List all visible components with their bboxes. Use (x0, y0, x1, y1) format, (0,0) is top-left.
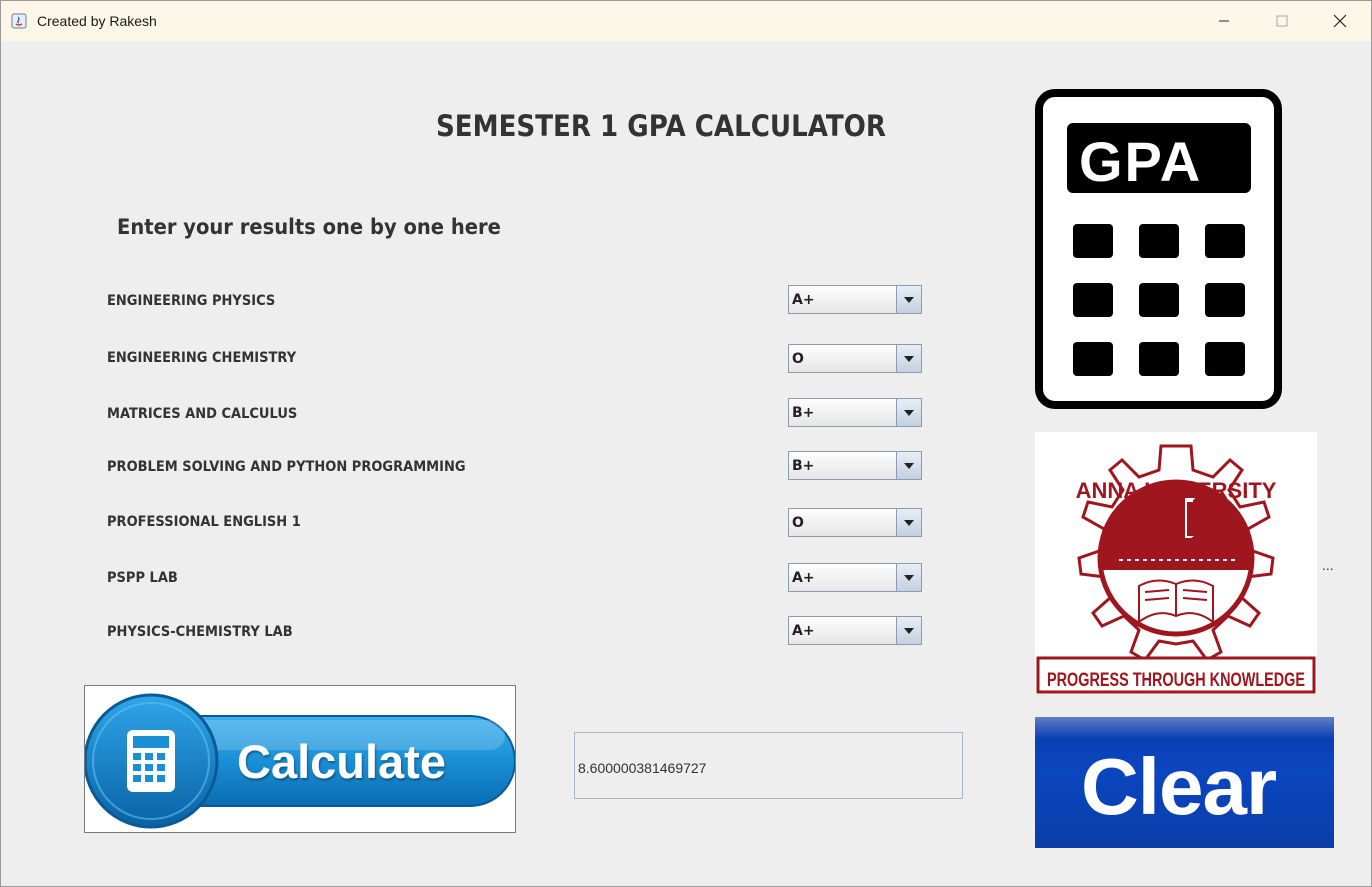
grade-value: O (792, 351, 804, 367)
subject-label-pspp-lab: PSPP LAB (107, 570, 178, 586)
dropdown-arrow-button[interactable] (896, 286, 921, 313)
chevron-down-icon (904, 296, 914, 303)
minimize-button[interactable] (1195, 1, 1253, 41)
chevron-down-icon (904, 355, 914, 362)
anna-university-logo: ANNA UNIVERSITY PROGRESS THROUGH KNOWLED… (1035, 432, 1317, 694)
grade-select-maths[interactable]: B+ (788, 398, 922, 427)
dropdown-arrow-button[interactable] (896, 509, 921, 536)
grade-value: O (792, 515, 804, 531)
dropdown-arrow-button[interactable] (896, 617, 921, 644)
dropdown-arrow-button[interactable] (896, 452, 921, 479)
gpa-result-value: 8.600000381469727 (578, 760, 707, 776)
minimize-icon (1219, 20, 1229, 22)
calculate-button[interactable]: Calculate (84, 685, 516, 833)
subject-label-maths: MATRICES AND CALCULUS (107, 406, 298, 422)
grade-value: A+ (792, 292, 815, 308)
gpa-result-field[interactable]: 8.600000381469727 (574, 732, 963, 799)
close-button[interactable] (1311, 1, 1369, 41)
clear-button[interactable]: Clear (1035, 717, 1334, 848)
subject-label-python: PROBLEM SOLVING AND PYTHON PROGRAMMING (107, 459, 466, 475)
grade-value: B+ (792, 405, 815, 421)
dropdown-arrow-button[interactable] (896, 564, 921, 591)
java-app-icon (11, 13, 27, 29)
chevron-down-icon (904, 462, 914, 469)
app-window: Created by Rakesh SEMESTER 1 GPA CALCULA… (0, 0, 1372, 887)
grade-select-phy-chem-lab[interactable]: A+ (788, 616, 922, 645)
overflow-ellipsis: ... (1322, 557, 1334, 573)
grade-value: A+ (792, 570, 815, 586)
clear-label: Clear (1081, 742, 1277, 831)
maximize-button[interactable] (1253, 1, 1311, 41)
chevron-down-icon (904, 409, 914, 416)
grade-select-english[interactable]: O (788, 508, 922, 537)
university-emblem: ANNA UNIVERSITY PROGRESS THROUGH KNOWLED… (1036, 444, 1316, 694)
grade-select-pspp-lab[interactable]: A+ (788, 563, 922, 592)
button-highlight (1035, 717, 1334, 739)
page-title: SEMESTER 1 GPA CALCULATOR (436, 109, 886, 143)
subject-label-physics: ENGINEERING PHYSICS (107, 293, 276, 309)
subject-label-chemistry: ENGINEERING CHEMISTRY (107, 350, 297, 366)
grade-select-python[interactable]: B+ (788, 451, 922, 480)
subject-label-phy-chem-lab: PHYSICS-CHEMISTRY LAB (107, 624, 293, 640)
gpa-image-text: GPA (1079, 130, 1203, 193)
chevron-down-icon (904, 574, 914, 581)
grade-select-chemistry[interactable]: O (788, 344, 922, 373)
window-title: Created by Rakesh (37, 13, 157, 29)
chevron-down-icon (904, 519, 914, 526)
university-name-text: ANNA UNIVERSITY (1076, 478, 1277, 503)
calculate-label: Calculate (237, 735, 446, 788)
grade-value: B+ (792, 458, 815, 474)
instructions-label: Enter your results one by one here (117, 215, 501, 239)
gpa-calculator-image: GPA (1035, 89, 1282, 409)
chevron-down-icon (904, 627, 914, 634)
dropdown-arrow-button[interactable] (896, 399, 921, 426)
calculator-icon (127, 730, 175, 792)
grade-select-physics[interactable]: A+ (788, 285, 922, 314)
dropdown-arrow-button[interactable] (896, 345, 921, 372)
grade-value: A+ (792, 623, 815, 639)
maximize-icon (1276, 15, 1288, 27)
subject-label-english: PROFESSIONAL ENGLISH 1 (107, 514, 301, 530)
university-motto-text: PROGRESS THROUGH KNOWLEDGE (1047, 670, 1305, 691)
title-bar[interactable]: Created by Rakesh (1, 1, 1371, 41)
close-icon (1333, 14, 1347, 28)
